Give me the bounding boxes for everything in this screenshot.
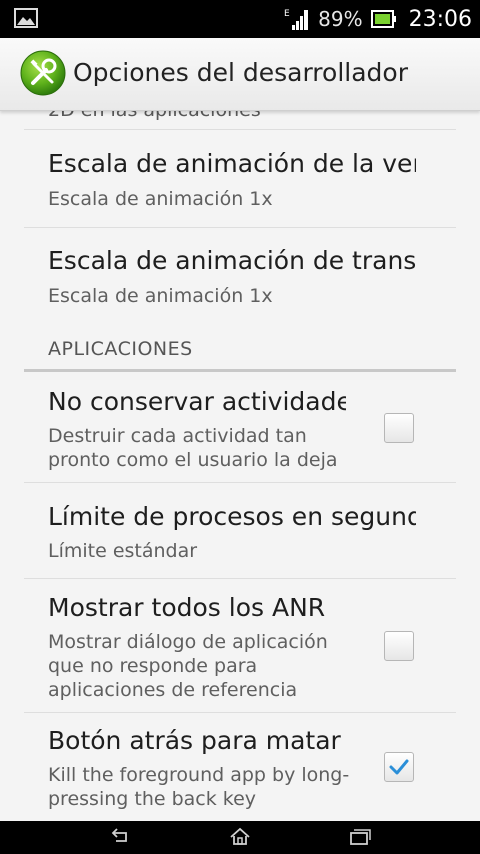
item-subtitle-line1: Kill the foreground app by long- <box>48 764 350 786</box>
clock: 23:06 <box>408 6 472 32</box>
navigation-bar <box>0 821 480 854</box>
item-title: Límite de procesos en segundo plano <box>48 502 416 531</box>
item-title: Mostrar todos los ANR <box>48 593 326 622</box>
recent-apps-icon[interactable] <box>348 827 372 847</box>
divider <box>24 129 456 130</box>
item-title: Escala de animación de la ventana <box>48 149 416 178</box>
item-subtitle: Escala de animación 1x <box>48 285 273 307</box>
checkbox-no-conservar[interactable] <box>384 413 414 443</box>
item-subtitle-line2: pronto como el usuario la deja <box>48 449 338 471</box>
divider <box>24 578 456 579</box>
item-subtitle: Escala de animación 1x <box>48 188 273 210</box>
item-subtitle-line3: aplicaciones de referencia <box>48 679 298 701</box>
divider <box>24 227 456 228</box>
checkmark-icon <box>389 759 409 775</box>
partial-item-text: 2D en las aplicaciones <box>48 111 261 121</box>
item-title: No conservar actividades <box>48 387 346 416</box>
item-subtitle-line1: Destruir cada actividad tan <box>48 425 307 447</box>
svg-text:E: E <box>284 9 290 19</box>
battery-icon <box>370 10 396 28</box>
battery-percent: 89% <box>318 7 363 31</box>
item-subtitle-line2: pressing the back key <box>48 788 257 810</box>
item-subtitle-line2: que no responde para <box>48 655 258 677</box>
item-subtitle-line1: Mostrar diálogo de aplicación <box>48 631 328 653</box>
divider <box>24 712 456 713</box>
back-icon[interactable] <box>108 827 132 847</box>
home-icon[interactable] <box>228 827 252 847</box>
checkbox-boton-atras[interactable] <box>384 752 414 782</box>
developer-tools-icon[interactable] <box>20 50 66 96</box>
checkbox-mostrar-anr[interactable] <box>384 631 414 661</box>
item-title: Botón atrás para matar app <box>48 726 346 755</box>
status-bar: E 89% 23:06 <box>0 0 480 38</box>
section-header: APLICACIONES <box>48 338 193 360</box>
picture-icon <box>14 8 38 28</box>
item-title: Escala de animación de transición <box>48 246 416 275</box>
action-bar: Opciones del desarrollador <box>0 38 480 111</box>
section-divider <box>24 369 456 372</box>
item-subtitle: Límite estándar <box>48 540 198 562</box>
signal-icon: E <box>284 9 309 30</box>
page-title: Opciones del desarrollador <box>73 58 408 87</box>
divider <box>24 482 456 483</box>
settings-list[interactable]: 2D en las aplicaciones Escala de animaci… <box>0 111 480 821</box>
